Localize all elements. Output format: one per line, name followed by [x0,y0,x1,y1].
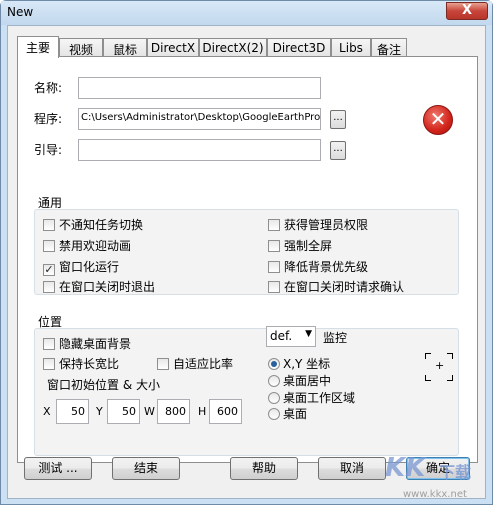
checkbox-box[interactable] [268,240,280,252]
window-title: New [7,5,34,19]
checkmark-icon[interactable]: ✓ [43,264,55,276]
tab-direct3d[interactable]: Direct3D [267,38,331,57]
checkbox-label: 隐藏桌面背景 [59,337,132,351]
monitor-select-value: def. [270,329,293,343]
checkbox-label: 在窗口关闭时请求确认 [284,280,405,294]
radio-desktop[interactable]: 桌面 [268,405,307,422]
checkbox-box[interactable] [43,219,55,231]
checkbox-box[interactable] [268,261,280,273]
checkbox-label: 禁用欢迎动画 [59,239,132,253]
argument-label: 引导: [34,143,63,157]
monitor-label: 监控 [323,331,348,345]
program-browse-button[interactable]: ... [330,110,346,129]
argument-browse-button[interactable]: ... [330,141,346,160]
end-button[interactable]: 结束 [112,457,180,480]
tab-mouse[interactable]: 鼠标 [103,38,147,57]
radio-desktop-center[interactable]: 桌面居中 [268,372,331,389]
checkbox-force-fullscreen[interactable]: 强制全屏 [268,237,332,254]
h-input[interactable]: 600 [209,399,242,424]
checkbox-label: 自适应比率 [173,357,234,371]
title-bar[interactable]: New X [1,1,492,25]
checkbox-label: 降低背景优先级 [284,260,369,274]
checkbox-adaptive-ratio[interactable]: 自适应比率 [157,355,233,372]
checkbox-box[interactable] [43,240,55,252]
ok-button[interactable]: 确定 [406,457,470,480]
checkbox-box[interactable] [157,358,169,370]
checkbox-keep-aspect[interactable]: 保持长宽比 [43,355,119,372]
dialog-client: 主要 视频 鼠标 DirectX DirectX(2) Direct3D Lib… [7,25,486,499]
plus-icon: + [435,359,445,372]
w-input[interactable]: 800 [157,399,190,424]
crosshair-icon[interactable]: + [425,353,453,381]
tab-libs[interactable]: Libs [331,38,371,57]
cancel-button[interactable]: 取消 [318,457,386,480]
tab-main[interactable]: 主要 [17,36,59,58]
x-label: X [43,405,51,418]
checkbox-box[interactable] [268,219,280,231]
name-input[interactable] [78,77,321,99]
tab-video[interactable]: 视频 [59,38,103,57]
checkbox-label: 获得管理员权限 [284,218,369,232]
checkbox-label: 不通知任务切换 [59,218,144,232]
h-label: H [198,405,207,418]
checkbox-label: 保持长宽比 [59,357,120,371]
close-button[interactable]: X [446,2,488,20]
tab-directx[interactable]: DirectX [147,38,199,57]
program-label: 程序: [34,112,63,126]
radio-label: 桌面 [283,407,308,421]
help-button[interactable]: 帮助 [230,457,298,480]
test-button[interactable]: 测试 ... [24,457,92,480]
checkbox-confirm-on-close[interactable]: 在窗口关闭时请求确认 [268,278,404,295]
dialog-window: New X 主要 视频 鼠标 DirectX DirectX(2) Direct… [0,0,493,505]
checkbox-admin[interactable]: 获得管理员权限 [268,216,368,233]
checkbox-windowed[interactable]: ✓ 窗口化运行 [43,258,119,276]
radio-desktop-workarea[interactable]: 桌面工作区域 [268,389,355,406]
checkbox-box[interactable] [268,281,280,293]
checkbox-label: 强制全屏 [284,239,333,253]
position-group: 隐藏桌面背景 保持长宽比 自适应比率 窗口初始位置 & 大小 X 50 Y 50… [34,326,459,456]
radio-label: X,Y 坐标 [283,357,331,371]
radio-icon[interactable] [268,408,280,420]
tab-notes[interactable]: 备注 [371,38,407,57]
checkbox-box[interactable] [43,338,55,350]
program-input[interactable]: C:\Users\Administrator\Desktop\GoogleEar… [78,108,321,130]
init-position-label: 窗口初始位置 & 大小 [47,378,160,392]
w-label: W [144,405,155,418]
checkbox-lower-priority[interactable]: 降低背景优先级 [268,258,368,275]
checkbox-no-task-switch[interactable]: 不通知任务切换 [43,216,143,233]
radio-label: 桌面工作区域 [283,391,356,405]
checkbox-box[interactable] [43,358,55,370]
x-input[interactable]: 50 [56,399,89,424]
general-group: 不通知任务切换 禁用欢迎动画 ✓ 窗口化运行 在窗口关闭时退出 获得管理员权限 强… [34,209,459,295]
chevron-down-icon: ▼ [305,329,312,339]
error-x-icon: ✕ [423,105,453,135]
radio-xy-coords[interactable]: X,Y 坐标 [268,355,330,372]
checkbox-box[interactable] [43,281,55,293]
checkbox-label: 窗口化运行 [59,260,120,274]
radio-icon[interactable] [268,375,280,387]
tab-page-main: 名称: 程序: C:\Users\Administrator\Desktop\G… [17,56,478,463]
tab-directx2[interactable]: DirectX(2) [199,38,267,57]
y-label: Y [96,405,103,418]
monitor-select[interactable]: def. ▼ [266,326,316,347]
radio-icon[interactable] [268,392,280,404]
name-label: 名称: [34,81,63,95]
checkbox-label: 在窗口关闭时退出 [59,280,156,294]
checkbox-disable-splash[interactable]: 禁用欢迎动画 [43,237,131,254]
argument-input[interactable] [78,139,321,161]
checkbox-hide-desktop[interactable]: 隐藏桌面背景 [43,335,131,352]
y-input[interactable]: 50 [107,399,140,424]
close-icon: X [461,3,473,18]
radio-selected-icon[interactable] [268,358,280,370]
radio-label: 桌面居中 [283,374,332,388]
checkbox-exit-on-close[interactable]: 在窗口关闭时退出 [43,278,155,295]
